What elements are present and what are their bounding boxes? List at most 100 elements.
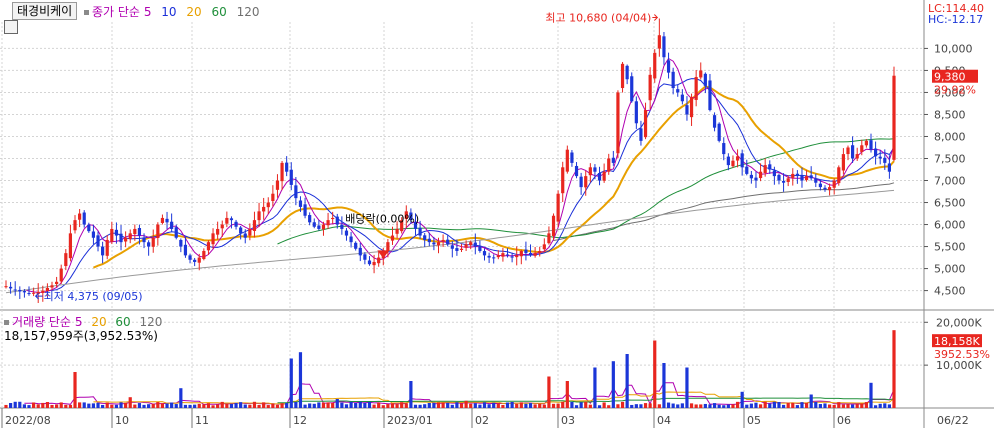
candle-body (257, 211, 261, 221)
candle-body (883, 157, 887, 163)
volume-bar (533, 404, 537, 408)
volume-bar (689, 403, 694, 408)
candle-body (620, 63, 625, 89)
volume-bar (639, 404, 643, 408)
volume-bar (423, 404, 427, 408)
volume-bar (841, 404, 845, 408)
candle-body (846, 147, 850, 155)
stock-chart[interactable]: 10,0009,5009,0008,5008,0007,5007,0006,50… (0, 0, 994, 428)
candle-body (372, 261, 376, 266)
volume-bar (510, 401, 514, 408)
candle-body (55, 281, 59, 285)
candle-body (248, 228, 252, 236)
volume-bar (781, 404, 786, 408)
candle-body (643, 110, 648, 138)
candle-body (809, 175, 813, 179)
grid-toggle-icon[interactable] (4, 20, 18, 34)
volume-bar (239, 402, 243, 408)
candle-body (354, 242, 358, 249)
price-legend: 종가 단순 5 10 20 60 120 (84, 3, 260, 20)
volume-bar (542, 404, 546, 408)
volume-bar (657, 404, 661, 408)
volume-bar (82, 402, 86, 408)
volume-bar (501, 404, 505, 408)
candle-body (423, 235, 427, 240)
ma-period-20[interactable]: 20 (186, 5, 201, 19)
candle-body (464, 244, 468, 248)
current-volume-label: 18,158K (934, 335, 980, 348)
candle-body (551, 215, 556, 237)
volume-bar (864, 402, 868, 408)
candle-body (110, 228, 114, 242)
volume-bar (607, 405, 611, 408)
candle-body (202, 250, 206, 260)
volume-bar (41, 402, 45, 408)
candle-body (473, 242, 477, 247)
volume-bar (505, 402, 510, 408)
candle-body (689, 96, 694, 118)
volume-bar (50, 404, 54, 408)
volume-bar (317, 402, 321, 408)
current-pct-label: 29.92% (934, 84, 976, 97)
volume-bar (137, 403, 142, 408)
stock-name-button[interactable]: 태경비케이 (12, 2, 78, 20)
candle-body (726, 156, 730, 166)
ma-period-120[interactable]: 120 (237, 5, 260, 19)
volume-bar (124, 402, 128, 408)
ma-period-5[interactable]: 5 (144, 5, 152, 19)
volume-bar (740, 391, 744, 408)
candle-body (841, 154, 845, 171)
volume-bar (27, 405, 31, 408)
candle-body (616, 92, 620, 154)
volume-bar (565, 381, 569, 408)
candle-body (179, 239, 183, 247)
candle-body (331, 217, 335, 220)
candle-body (666, 60, 671, 73)
candle-body (197, 257, 201, 263)
volume-bar (496, 403, 500, 408)
volume-bar (174, 404, 178, 408)
volume-bar (248, 404, 252, 408)
volume-bar (188, 404, 192, 408)
price-axis-label: 7,000 (934, 175, 966, 188)
candle-body (588, 167, 592, 176)
volume-bar (340, 402, 344, 408)
candle-body (367, 260, 372, 265)
candle-body (777, 174, 781, 181)
candle-body (170, 221, 174, 229)
volume-bar (229, 403, 234, 408)
volume-bar (528, 403, 533, 408)
candle-body (105, 239, 109, 256)
candle-body (308, 215, 312, 223)
volume-bar (694, 404, 698, 408)
price-axis-label: 5,500 (934, 241, 966, 254)
candle-body (225, 217, 229, 224)
ma-period-10[interactable]: 10 (161, 5, 176, 19)
volume-bar (252, 401, 257, 408)
candle-body (800, 175, 804, 181)
candle-body (239, 227, 243, 234)
date-axis-label: 12 (293, 414, 307, 427)
candle-body (285, 162, 289, 172)
volume-bar (726, 404, 730, 408)
volume-bar (285, 402, 289, 408)
volume-bar (18, 401, 22, 408)
candle-body (165, 218, 169, 223)
candle-body (745, 166, 749, 174)
candle-body (735, 156, 740, 161)
volume-bar (795, 405, 799, 408)
volume-bar (193, 404, 197, 408)
candle-body (574, 165, 579, 177)
ma-period-60[interactable]: 60 (212, 5, 227, 19)
candle-body (317, 225, 321, 229)
volume-bar (703, 403, 707, 408)
volume-bar (220, 401, 224, 408)
volume-bar (464, 400, 468, 408)
candle-body (4, 286, 8, 288)
volume-bar (731, 404, 735, 408)
candle-body (128, 233, 132, 240)
candle-body (873, 148, 878, 157)
volume-bar (133, 404, 137, 408)
candle-body (344, 230, 349, 236)
volume-bar (354, 403, 358, 408)
